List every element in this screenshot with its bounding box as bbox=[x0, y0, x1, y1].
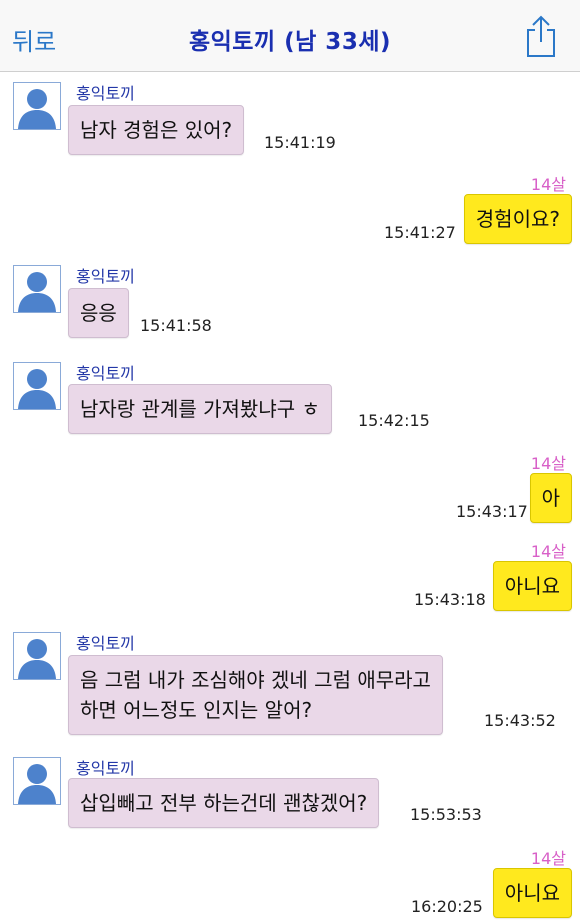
person-silhouette-icon bbox=[18, 764, 56, 804]
avatar[interactable] bbox=[13, 757, 61, 805]
avatar[interactable] bbox=[13, 632, 61, 680]
sender-name: 홍익토끼 bbox=[76, 759, 135, 778]
message-time: 15:41:19 bbox=[264, 133, 336, 152]
message-time: 15:53:53 bbox=[410, 805, 482, 824]
message-bubble[interactable]: 남자 경험은 있어? bbox=[68, 105, 245, 155]
chat-area[interactable]: 홍익토끼 남자 경험은 있어? 15:41:19 14살 경험이요? 15:41… bbox=[0, 72, 580, 922]
message-bubble[interactable]: 아 bbox=[529, 473, 572, 523]
sender-name: 홍익토끼 bbox=[76, 364, 135, 383]
message-bubble[interactable]: 남자랑 관계를 가져봤냐구 ㅎ bbox=[68, 384, 332, 434]
message-time: 15:42:15 bbox=[358, 411, 430, 430]
message-time: 15:41:27 bbox=[384, 223, 456, 242]
sender-name: 홍익토끼 bbox=[76, 84, 135, 103]
message-text: 아 bbox=[541, 486, 560, 510]
avatar[interactable] bbox=[13, 265, 61, 313]
message-text: 아니요 bbox=[504, 881, 560, 905]
message-text-line: 하면 어느정도 인지는 알어? bbox=[80, 698, 313, 722]
person-silhouette-icon bbox=[18, 272, 56, 312]
person-silhouette-icon bbox=[18, 369, 56, 409]
person-silhouette-icon bbox=[18, 89, 56, 129]
message-text: 삽입빼고 전부 하는건데 괜찮겠어? bbox=[80, 791, 368, 815]
message-text: 남자 경험은 있어? bbox=[80, 118, 233, 142]
message-bubble[interactable]: 삽입빼고 전부 하는건데 괜찮겠어? bbox=[68, 778, 380, 828]
message-bubble[interactable]: 아니요 bbox=[492, 561, 572, 611]
message-bubble[interactable]: 음 그럼 내가 조심해야 겠네 그럼 애무라고 하면 어느정도 인지는 알어? bbox=[68, 655, 443, 735]
avatar[interactable] bbox=[13, 82, 61, 130]
message-time: 16:20:25 bbox=[411, 897, 483, 916]
person-silhouette-icon bbox=[18, 639, 56, 679]
message-time: 15:43:17 bbox=[456, 502, 528, 521]
message-bubble[interactable]: 경험이요? bbox=[463, 194, 572, 244]
message-time: 15:43:52 bbox=[484, 711, 556, 730]
message-text: 경험이요? bbox=[475, 207, 560, 231]
page-title: 홍익토끼 (남 33세) bbox=[188, 29, 391, 55]
message-text-line: 음 그럼 내가 조심해야 겠네 그럼 애무라고 bbox=[80, 668, 431, 692]
sender-name: 홍익토끼 bbox=[76, 267, 135, 286]
sender-name: 홍익토끼 bbox=[76, 634, 135, 653]
message-text: 남자랑 관계를 가져봤냐구 ㅎ bbox=[80, 397, 320, 421]
age-label: 14살 bbox=[530, 454, 566, 473]
share-icon bbox=[527, 15, 555, 57]
share-button[interactable] bbox=[524, 14, 558, 58]
message-bubble[interactable]: 아니요 bbox=[492, 868, 572, 918]
age-label: 14살 bbox=[530, 175, 566, 194]
message-text: 아니요 bbox=[504, 574, 560, 598]
message-text: 응응 bbox=[80, 301, 117, 325]
top-nav-bar: 뒤로 홍익토끼 (남 33세) bbox=[0, 0, 580, 72]
message-time: 15:41:58 bbox=[140, 316, 212, 335]
avatar[interactable] bbox=[13, 362, 61, 410]
age-label: 14살 bbox=[530, 849, 566, 868]
age-label: 14살 bbox=[530, 542, 566, 561]
message-bubble[interactable]: 응응 bbox=[68, 288, 129, 338]
message-time: 15:43:18 bbox=[414, 590, 486, 609]
